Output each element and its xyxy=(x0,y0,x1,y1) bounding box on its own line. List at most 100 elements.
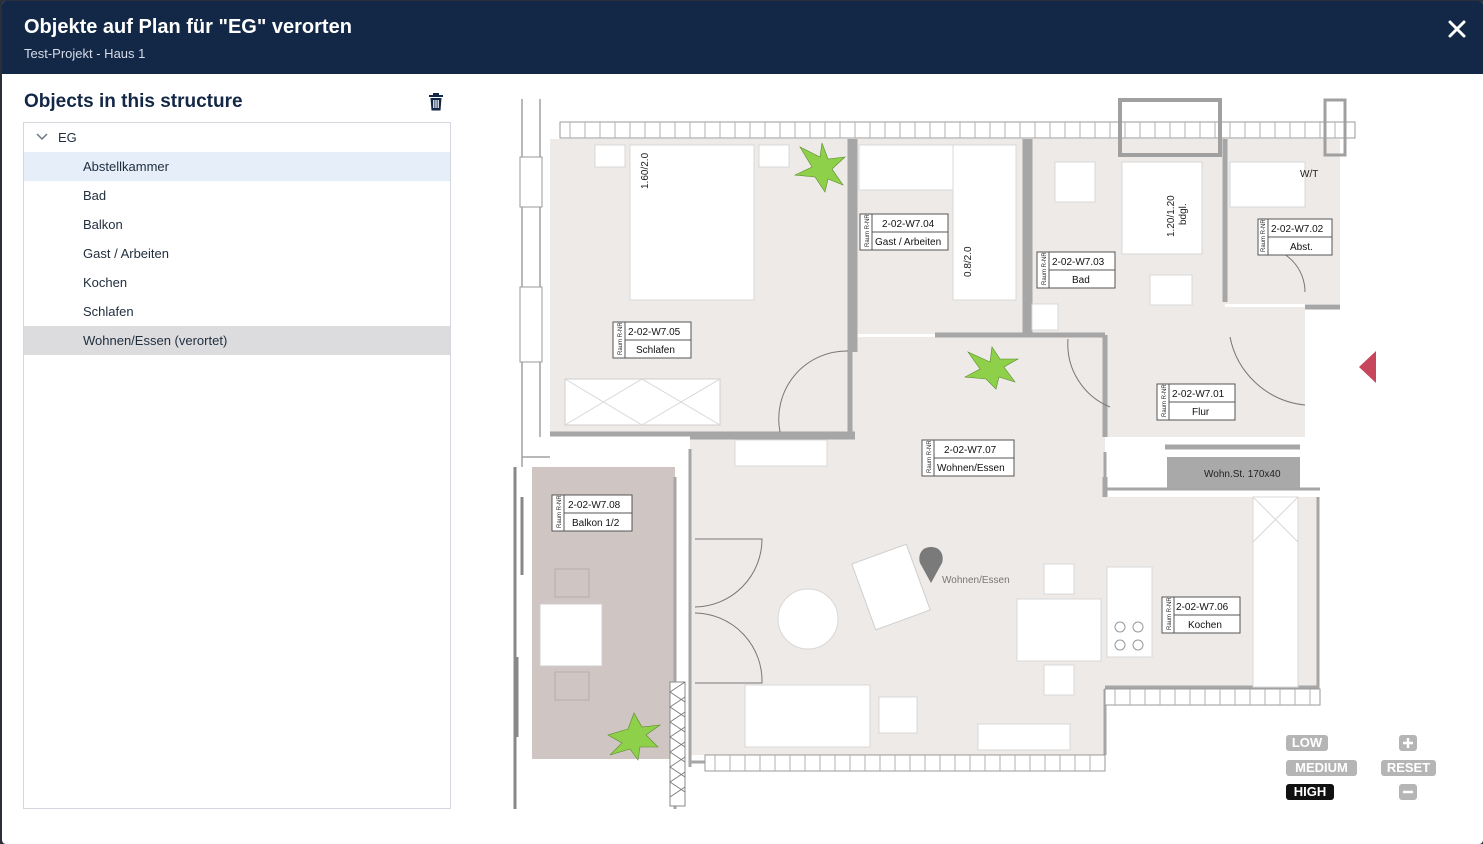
room-code: 2-02-W7.01 xyxy=(1172,389,1225,400)
bath-shelf xyxy=(1149,274,1193,306)
room-code: 2-02-W7.02 xyxy=(1271,224,1324,235)
wardrobe xyxy=(564,378,721,426)
room-code: 2-02-W7.08 xyxy=(568,500,621,511)
pin-label: Wohnen/Essen xyxy=(942,575,1010,586)
panel-title: Objects in this structure xyxy=(24,91,243,112)
zoom-out-button[interactable] xyxy=(1399,784,1417,800)
room-code: 2-02-W7.05 xyxy=(628,327,681,338)
trash-icon[interactable] xyxy=(428,93,444,111)
room-tag-side-label: Raum R-NR xyxy=(1261,219,1267,252)
room-code: 2-02-W7.06 xyxy=(1176,602,1229,613)
room-tag-side-label: Raum R-NR xyxy=(865,214,871,247)
dining-table xyxy=(1016,598,1102,662)
close-icon[interactable] xyxy=(1445,17,1469,41)
quality-medium-button[interactable]: MEDIUM xyxy=(1286,760,1357,776)
dialog-title: Objekte auf Plan für "EG" verorten xyxy=(24,16,352,38)
window-left-1 xyxy=(519,156,543,208)
guest-bed-size-label: 0.8/2.0 xyxy=(963,246,974,277)
tree-node-label: EG xyxy=(58,130,77,145)
room-name: Gast / Arbeiten xyxy=(875,237,941,248)
room-tag-wohnen[interactable]: Raum R-NR 2-02-W7.07 Wohnen/Essen xyxy=(921,439,1015,477)
window-left-2 xyxy=(519,286,543,363)
zoom-reset-button[interactable]: RESET xyxy=(1381,760,1436,776)
nightstand-right xyxy=(758,144,790,168)
room-tag-side-label: Raum R-NR xyxy=(1042,252,1048,285)
tree-item-balkon[interactable]: Balkon xyxy=(24,210,450,239)
room-tag-side-label: Raum R-NR xyxy=(1167,597,1173,630)
dialog: Objekte auf Plan für "EG" verorten Test-… xyxy=(2,1,1483,844)
room-name: Bad xyxy=(1072,275,1090,286)
dialog-header: Objekte auf Plan für "EG" verorten Test-… xyxy=(2,1,1483,74)
chair-top xyxy=(1043,563,1075,595)
room-tag-side-label: Raum R-NR xyxy=(557,495,563,528)
kitchen-counter xyxy=(1252,496,1299,688)
facade-top xyxy=(559,121,1356,139)
room-tag-flur[interactable]: Raum R-NR 2-02-W7.01 Flur xyxy=(1156,383,1236,421)
tree-item-label: Kochen xyxy=(83,275,128,290)
room-tag-kochen[interactable]: Raum R-NR 2-02-W7.06 Kochen xyxy=(1161,596,1241,634)
washbasin xyxy=(1054,161,1096,203)
dining-table-round xyxy=(777,588,839,650)
dialog-subtitle: Test-Projekt - Haus 1 xyxy=(24,46,146,61)
room-code: 2-02-W7.03 xyxy=(1052,257,1105,268)
balcony-table xyxy=(539,603,603,667)
chair-bottom xyxy=(1043,664,1075,696)
coffee-table xyxy=(878,696,918,734)
room-tag-schlafen[interactable]: Raum R-NR 2-02-W7.05 Schlafen xyxy=(612,321,692,359)
floor-plan[interactable]: Wohn.St. 170x40 1.60/2.0 0.8/2.0 1.20/1.… xyxy=(510,97,1370,811)
room-tag-bad[interactable]: Raum R-NR 2-02-W7.03 Bad xyxy=(1036,251,1116,289)
room-name: Kochen xyxy=(1188,620,1222,631)
room-name: Wohnen/Essen xyxy=(937,463,1005,474)
bench xyxy=(977,723,1071,751)
washer-label: W/T xyxy=(1300,169,1318,180)
room-tag-side-label: Raum R-NR xyxy=(1162,384,1168,417)
bed-size-label: 1.60/2.0 xyxy=(640,152,651,189)
tree-item-gast-arbeiten[interactable]: Gast / Arbeiten xyxy=(24,239,450,268)
sideboard xyxy=(734,439,828,467)
tree-item-schlafen[interactable]: Schlafen xyxy=(24,297,450,326)
tree-item-bad[interactable]: Bad xyxy=(24,181,450,210)
tree-node-eg[interactable]: EG xyxy=(24,123,450,152)
room-code: 2-02-W7.04 xyxy=(882,219,935,230)
room-code: 2-02-W7.07 xyxy=(944,445,997,456)
shower xyxy=(1121,161,1203,255)
room-name: Abst. xyxy=(1290,242,1313,253)
room-tag-side-label: Raum R-NR xyxy=(618,322,624,355)
furniture-label: Wohn.St. 170x40 xyxy=(1204,469,1281,480)
facade-left xyxy=(521,99,550,467)
quality-high-button[interactable]: HIGH xyxy=(1286,784,1334,800)
nightstand-left xyxy=(594,144,626,168)
tree-item-label: Schlafen xyxy=(83,304,134,319)
room-name: Flur xyxy=(1192,407,1210,418)
stove xyxy=(1106,566,1153,658)
room-name: Schlafen xyxy=(636,345,675,356)
tree-item-label: Gast / Arbeiten xyxy=(83,246,169,261)
washer xyxy=(1229,161,1306,208)
chevron-down-icon[interactable] xyxy=(36,132,48,142)
direction-marker-icon[interactable] xyxy=(1358,350,1378,384)
shower-note-label: bdgl. xyxy=(1178,203,1189,225)
tree-item-label: Wohnen/Essen (verortet) xyxy=(83,333,228,348)
room-tag-abst[interactable]: Raum R-NR 2-02-W7.02 Abst. xyxy=(1257,218,1333,256)
tree-item-abstellkammer[interactable]: Abstellkammer xyxy=(24,152,450,181)
facade-bottom-right xyxy=(1104,688,1321,706)
minus-icon xyxy=(1403,790,1413,794)
balcony-frame xyxy=(513,467,524,809)
room-tag-side-label: Raum R-NR xyxy=(927,440,933,473)
tree-item-label: Balkon xyxy=(83,217,123,232)
plus-icon xyxy=(1403,738,1413,748)
sofa xyxy=(744,684,871,748)
tree-item-label: Bad xyxy=(83,188,107,203)
quality-low-button[interactable]: LOW xyxy=(1286,735,1328,751)
room-tag-gast[interactable]: Raum R-NR 2-02-W7.04 Gast / Arbeiten xyxy=(859,213,949,251)
desk xyxy=(858,144,954,191)
tree-item-wohnen-essen[interactable]: Wohnen/Essen (verortet) xyxy=(24,326,450,355)
zoom-in-button[interactable] xyxy=(1399,735,1417,751)
toilet xyxy=(1031,303,1059,331)
room-name: Balkon 1/2 xyxy=(572,518,620,529)
room-tag-balkon[interactable]: Raum R-NR 2-02-W7.08 Balkon 1/2 xyxy=(551,494,633,532)
shower-size-label: 1.20/1.20 xyxy=(1166,195,1177,237)
structure-tree: EG Abstellkammer Bad Balkon Gast / Arbei… xyxy=(23,122,451,809)
tree-item-label: Abstellkammer xyxy=(83,159,169,174)
tree-item-kochen[interactable]: Kochen xyxy=(24,268,450,297)
